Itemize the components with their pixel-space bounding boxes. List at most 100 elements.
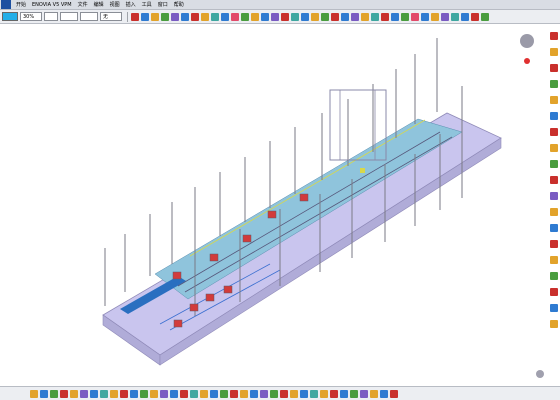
toolbar-tool-19-icon[interactable]: [311, 12, 319, 21]
menu-window[interactable]: 窗口: [155, 0, 171, 10]
view-tool-12-icon[interactable]: [140, 389, 148, 398]
toolbar-tool-29-icon[interactable]: [411, 12, 419, 21]
toolbar-tool-17-icon[interactable]: [291, 12, 299, 21]
view-tool-31-icon[interactable]: [330, 389, 338, 398]
view-tool-14-icon[interactable]: [160, 389, 168, 398]
toolbar-tool-18-icon[interactable]: [301, 12, 309, 21]
view-tool-37-icon[interactable]: [390, 389, 398, 398]
workbench-tool-2-icon[interactable]: [550, 48, 558, 56]
view-tool-8-icon[interactable]: [100, 389, 108, 398]
workbench-tool-6-icon[interactable]: [550, 112, 558, 120]
view-tool-19-icon[interactable]: [210, 389, 218, 398]
workbench-tool-9-icon[interactable]: [550, 160, 558, 168]
toolbar-tool-5-icon[interactable]: [171, 12, 179, 21]
toolbar-tool-8-icon[interactable]: [201, 12, 209, 21]
workbench-tool-18-icon[interactable]: [550, 304, 558, 312]
view-tool-6-icon[interactable]: [80, 389, 88, 398]
3d-viewport[interactable]: [0, 24, 548, 386]
view-tool-5-icon[interactable]: [70, 389, 78, 398]
workbench-tool-1-icon[interactable]: [550, 32, 558, 40]
view-tool-32-icon[interactable]: [340, 389, 348, 398]
toolbar-tool-34-icon[interactable]: [461, 12, 469, 21]
app-icon[interactable]: [1, 0, 11, 9]
view-tool-28-icon[interactable]: [300, 389, 308, 398]
menu-insert[interactable]: 插入: [123, 0, 139, 10]
toolbar-tool-25-icon[interactable]: [371, 12, 379, 21]
workbench-tool-5-icon[interactable]: [550, 96, 558, 104]
workbench-tool-4-icon[interactable]: [550, 80, 558, 88]
menu-help[interactable]: 帮助: [171, 0, 187, 10]
zoom-combo[interactable]: 30%: [20, 12, 42, 21]
toolbar-tool-26-icon[interactable]: [381, 12, 389, 21]
toolbar-tool-21-icon[interactable]: [331, 12, 339, 21]
menu-tools[interactable]: 工具: [139, 0, 155, 10]
toolbar-tool-27-icon[interactable]: [391, 12, 399, 21]
workbench-tool-14-icon[interactable]: [550, 240, 558, 248]
toolbar-tool-4-icon[interactable]: [161, 12, 169, 21]
workbench-tool-15-icon[interactable]: [550, 256, 558, 264]
toolbar-tool-12-icon[interactable]: [241, 12, 249, 21]
toolbar-tool-22-icon[interactable]: [341, 12, 349, 21]
view-tool-13-icon[interactable]: [150, 389, 158, 398]
toolbar-tool-10-icon[interactable]: [221, 12, 229, 21]
view-tool-3-icon[interactable]: [50, 389, 58, 398]
view-tool-11-icon[interactable]: [130, 389, 138, 398]
fill-color-picker[interactable]: [2, 12, 18, 21]
workbench-tool-13-icon[interactable]: [550, 224, 558, 232]
view-tool-15-icon[interactable]: [170, 389, 178, 398]
view-tool-2-icon[interactable]: [40, 389, 48, 398]
toolbar-tool-20-icon[interactable]: [321, 12, 329, 21]
toolbar-tool-1-icon[interactable]: [131, 12, 139, 21]
workbench-tool-19-icon[interactable]: [550, 320, 558, 328]
view-tool-35-icon[interactable]: [370, 389, 378, 398]
toolbar-tool-32-icon[interactable]: [441, 12, 449, 21]
toolbar-tool-35-icon[interactable]: [471, 12, 479, 21]
view-tool-9-icon[interactable]: [110, 389, 118, 398]
menu-edit[interactable]: 编辑: [91, 0, 107, 10]
menu-view[interactable]: 视图: [107, 0, 123, 10]
toolbar-tool-23-icon[interactable]: [351, 12, 359, 21]
view-tool-26-icon[interactable]: [280, 389, 288, 398]
workbench-tool-16-icon[interactable]: [550, 272, 558, 280]
toolbar-tool-36-icon[interactable]: [481, 12, 489, 21]
workbench-tool-17-icon[interactable]: [550, 288, 558, 296]
toolbar-tool-2-icon[interactable]: [141, 12, 149, 21]
view-tool-17-icon[interactable]: [190, 389, 198, 398]
view-tool-7-icon[interactable]: [90, 389, 98, 398]
workbench-tool-12-icon[interactable]: [550, 208, 558, 216]
toolbar-tool-3-icon[interactable]: [151, 12, 159, 21]
menu-file[interactable]: 文件: [75, 0, 91, 10]
workbench-tool-11-icon[interactable]: [550, 192, 558, 200]
workbench-tool-8-icon[interactable]: [550, 144, 558, 152]
view-tool-24-icon[interactable]: [260, 389, 268, 398]
view-tool-36-icon[interactable]: [380, 389, 388, 398]
toolbar-tool-7-icon[interactable]: [191, 12, 199, 21]
style-combo[interactable]: [44, 12, 58, 21]
workbench-tool-10-icon[interactable]: [550, 176, 558, 184]
assembly-line-model[interactable]: [0, 24, 548, 386]
toolbar-tool-13-icon[interactable]: [251, 12, 259, 21]
toolbar-tool-11-icon[interactable]: [231, 12, 239, 21]
toolbar-tool-14-icon[interactable]: [261, 12, 269, 21]
view-tool-16-icon[interactable]: [180, 389, 188, 398]
view-tool-1-icon[interactable]: [30, 389, 38, 398]
layer-combo[interactable]: 无: [100, 12, 122, 21]
start-menu[interactable]: 开始: [13, 0, 29, 10]
toolbar-tool-16-icon[interactable]: [281, 12, 289, 21]
view-tool-27-icon[interactable]: [290, 389, 298, 398]
view-tool-25-icon[interactable]: [270, 389, 278, 398]
view-tool-18-icon[interactable]: [200, 389, 208, 398]
thickness-combo[interactable]: [80, 12, 98, 21]
toolbar-tool-15-icon[interactable]: [271, 12, 279, 21]
toolbar-tool-24-icon[interactable]: [361, 12, 369, 21]
view-tool-30-icon[interactable]: [320, 389, 328, 398]
toolbar-tool-6-icon[interactable]: [181, 12, 189, 21]
linetype-combo[interactable]: [60, 12, 78, 21]
toolbar-tool-31-icon[interactable]: [431, 12, 439, 21]
view-tool-4-icon[interactable]: [60, 389, 68, 398]
view-tool-21-icon[interactable]: [230, 389, 238, 398]
workbench-tool-3-icon[interactable]: [550, 64, 558, 72]
view-tool-20-icon[interactable]: [220, 389, 228, 398]
workbench-tool-7-icon[interactable]: [550, 128, 558, 136]
toolbar-tool-9-icon[interactable]: [211, 12, 219, 21]
